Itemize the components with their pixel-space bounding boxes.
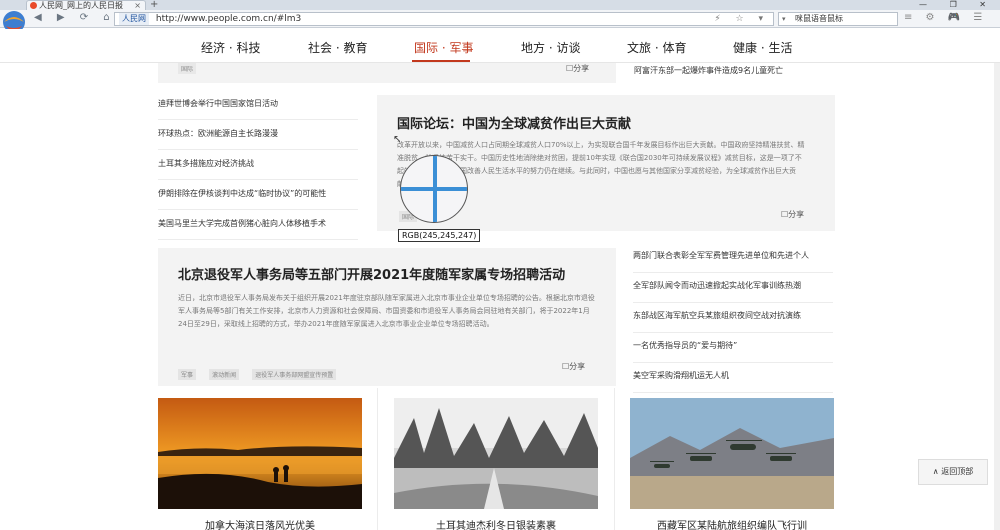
right-headline-list: 两部门联合表彰全军军费管理先进单位和先进个人 全军部队闻令而动迅速掀起实战化军事… (633, 243, 833, 393)
story-tag[interactable]: 退役军人事务部网盟宣传预置 (252, 369, 337, 380)
color-picker-magnifier (400, 155, 468, 223)
new-tab-button[interactable]: + (150, 0, 158, 10)
story-tag[interactable]: 军事 (178, 369, 197, 380)
photo-helicopters[interactable] (630, 398, 834, 509)
tab-title: 人民网_网上的人民日报 (39, 1, 123, 10)
left-headline-list: 迪拜世博会举行中国国家馆日活动 环球热点：欧洲能源自主长路漫漫 土耳其多措施应对… (158, 90, 358, 240)
crosshair-vertical (433, 156, 437, 222)
sunset-image (158, 398, 362, 509)
site-navigation: 经济 · 科技 社会 · 教育 国际 · 军事 地方 · 访谈 文旅 · 体育 … (0, 29, 1000, 63)
active-nav-underline (412, 60, 470, 62)
list-item[interactable]: 环球热点：欧洲能源自主长路漫漫 (158, 120, 358, 150)
photo-snow-scene[interactable] (394, 398, 598, 509)
share-button[interactable]: ☐分享 (562, 361, 585, 372)
list-item[interactable]: 一名优秀指导员的“爱与期待” (633, 333, 833, 363)
photo-caption[interactable]: 加拿大海滨日落风光优美 (158, 517, 362, 530)
site-favicon-icon (30, 2, 37, 9)
share-button[interactable]: ☐分享 (781, 209, 804, 220)
nav-health-life[interactable]: 健康 · 生活 (733, 39, 792, 56)
main-story-title[interactable]: 北京退役军人事务局等五部门开展2021年度随军家属专场招聘活动 (178, 264, 565, 283)
nav-economy-tech[interactable]: 经济 · 科技 (201, 39, 260, 56)
search-text: 咪鼠语音鼠标 (795, 14, 843, 23)
address-bar[interactable]: 人民网 http://www.people.com.cn/#lm3 ⚡ ☆ ▾ (114, 12, 774, 26)
previous-story-panel: 国际 ☐分享 (158, 63, 616, 83)
photo-caption[interactable]: 西藏军区某陆航旅组织编队飞行训 (630, 517, 834, 530)
cursor-icon: ↖ (393, 134, 402, 145)
browser-tab[interactable]: 人民网_网上的人民日报 × (26, 0, 146, 10)
nav-culture-sports[interactable]: 文旅 · 体育 (627, 39, 686, 56)
back-to-top-button[interactable]: ∧ 返回顶部 (918, 459, 988, 485)
url-site-badge: 人民网 (119, 13, 149, 25)
feature-title[interactable]: 国际论坛：中国为全球减贫作出巨大贡献 (397, 113, 631, 132)
toolbar-extension-icons[interactable]: ≡ ⚙ 🎮 ☰ (904, 12, 987, 23)
main-story-summary: 近日，北京市退役军人事务局发布关于组织开展2021年度驻京部队随军家属进入北京市… (178, 294, 595, 328)
helicopter-image (630, 398, 834, 509)
rgb-readout: RGB(245,245,247) (398, 229, 481, 242)
list-item[interactable]: 土耳其多措施应对经济挑战 (158, 150, 358, 180)
list-item[interactable]: 美国马里兰大学完成首例猪心脏向人体移植手术 (158, 210, 358, 240)
browser-tab-bar: 人民网_网上的人民日报 × + — ❐ ✕ (0, 0, 1000, 10)
list-item[interactable]: 伊朗排除在伊核谈判中达成“临时协议”的可能性 (158, 180, 358, 210)
tab-close-icon[interactable]: × (134, 1, 141, 10)
main-story-tags: 军事 滚动新闻 退役军人事务部网盟宣传预置 (178, 362, 344, 381)
search-input[interactable]: ▾ 咪鼠语音鼠标 (778, 12, 898, 26)
chevron-down-icon[interactable]: ▾ (782, 13, 786, 25)
window-controls[interactable]: — ❐ ✕ (919, 0, 996, 9)
snow-image (394, 398, 598, 509)
list-item[interactable]: 全军部队闻令而动迅速掀起实战化军事训练热潮 (633, 273, 833, 303)
share-button[interactable]: ☐分享 (566, 63, 589, 74)
photo-caption[interactable]: 土耳其迪杰利冬日银装素裹 (394, 517, 598, 530)
list-item[interactable]: 迪拜世博会举行中国国家馆日活动 (158, 90, 358, 120)
list-item[interactable]: 两部门联合表彰全军军费管理先进单位和先进个人 (633, 243, 833, 273)
list-item[interactable]: 东部战区海军航空兵某旅组织夜间空战对抗演练 (633, 303, 833, 333)
nav-international-military[interactable]: 国际 · 军事 (414, 39, 473, 56)
list-item[interactable]: 美空军采购滑翔机运无人机 (633, 363, 833, 393)
page-scrollbar[interactable] (994, 63, 1000, 530)
url-text[interactable]: http://www.people.com.cn/#lm3 (156, 14, 301, 24)
nav-society-education[interactable]: 社会 · 教育 (308, 39, 367, 56)
news-link[interactable]: 阿富汗东部一起爆炸事件造成9名儿童死亡 (634, 65, 783, 76)
browser-toolbar: ◀ ▶ ⟳ ⌂ ☆ 人民网 http://www.people.com.cn/#… (0, 10, 1000, 33)
photo-sunset[interactable] (158, 398, 362, 509)
url-action-icons[interactable]: ⚡ ☆ ▾ (714, 13, 769, 25)
nav-local-interview[interactable]: 地方 · 访谈 (521, 39, 580, 56)
story-tag[interactable]: 滚动新闻 (209, 369, 240, 380)
main-story: 北京退役军人事务局等五部门开展2021年度随军家属专场招聘活动 近日，北京市退役… (158, 248, 616, 386)
column-divider (377, 388, 378, 530)
story-tag[interactable]: 国际 (178, 63, 197, 74)
column-divider (614, 388, 615, 530)
